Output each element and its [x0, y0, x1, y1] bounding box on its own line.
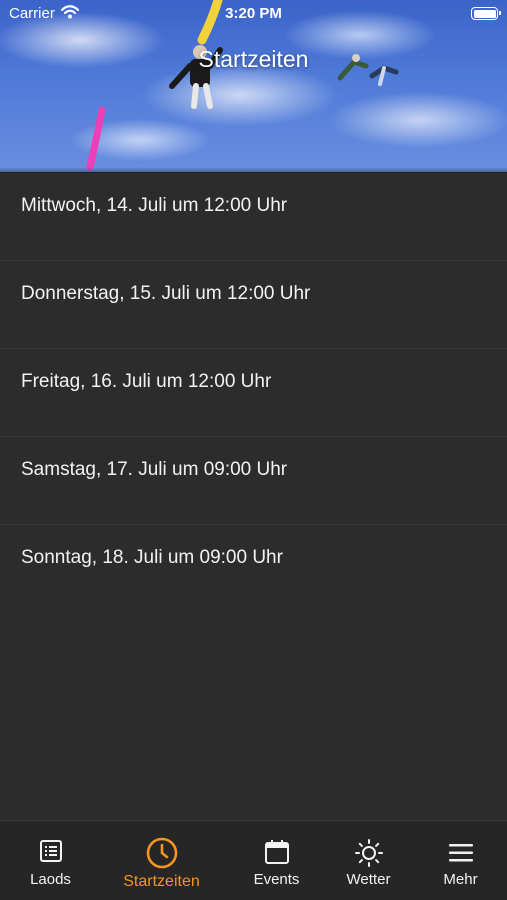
tab-label: Wetter [346, 871, 391, 888]
smoke-trail-pink [86, 106, 106, 171]
list-item-label: Sonntag, 18. Juli um 09:00 Uhr [21, 547, 283, 568]
sun-icon [354, 839, 383, 867]
tab-label: Mehr [443, 871, 478, 888]
tab-label: Laods [30, 871, 71, 888]
list-item-label: Samstag, 17. Juli um 09:00 Uhr [21, 459, 288, 480]
list-item[interactable]: Freitag, 16. Juli um 12:00 Uhr [0, 349, 507, 437]
list-item[interactable]: Mittwoch, 14. Juli um 12:00 Uhr [0, 173, 507, 261]
list-item-label: Mittwoch, 14. Juli um 12:00 Uhr [21, 195, 288, 216]
tab-startzeiten[interactable]: Startzeiten [111, 821, 212, 900]
list-icon [39, 840, 62, 862]
battery-icon [471, 7, 501, 20]
tab-bar: Laods Startzeiten Events Wetter Mehr [0, 820, 507, 900]
calendar-icon [264, 840, 289, 864]
status-bar: Carrier 3:20 PM [0, 0, 507, 28]
list-item-label: Freitag, 16. Juli um 12:00 Uhr [21, 371, 272, 392]
status-time: 3:20 PM [225, 5, 282, 22]
tab-laods[interactable]: Laods [0, 821, 101, 900]
menu-icon [448, 844, 473, 862]
list-item[interactable]: Sonntag, 18. Juli um 09:00 Uhr [0, 525, 507, 613]
tab-wetter[interactable]: Wetter [318, 821, 419, 900]
clock-icon [146, 837, 177, 869]
header-banner: Carrier 3:20 PM Startzeiten [0, 0, 507, 173]
tab-events[interactable]: Events [226, 821, 327, 900]
tab-label: Startzeiten [123, 873, 200, 890]
page-title: Startzeiten [198, 46, 309, 72]
tab-label: Events [253, 871, 300, 888]
tab-mehr[interactable]: Mehr [410, 821, 507, 900]
list-item-label: Donnerstag, 15. Juli um 12:00 Uhr [21, 283, 311, 304]
start-times-list: Mittwoch, 14. Juli um 12:00 Uhr Donnerst… [0, 173, 507, 613]
list-item[interactable]: Samstag, 17. Juli um 09:00 Uhr [0, 437, 507, 525]
list-item[interactable]: Donnerstag, 15. Juli um 12:00 Uhr [0, 261, 507, 349]
